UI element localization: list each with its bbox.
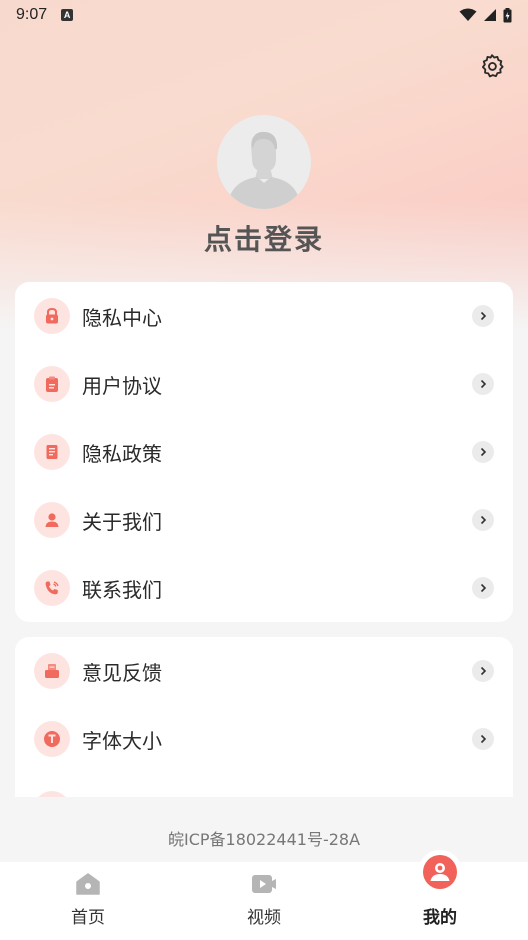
font-size-icon	[34, 721, 70, 757]
notification-icon: A	[61, 9, 74, 21]
tab-label: 视频	[247, 908, 281, 928]
menu-item-privacy-center[interactable]: 隐私中心	[15, 282, 513, 350]
menu-item-contact-us[interactable]: 联系我们	[15, 554, 513, 622]
settings-button[interactable]	[476, 50, 508, 82]
gear-icon	[481, 54, 504, 78]
tab-label: 我的	[423, 908, 457, 928]
menu-card-secondary: 意见反馈 字体大小	[15, 637, 513, 797]
icp-license: 皖ICP备18022441号-28A	[167, 830, 361, 849]
signal-icon	[484, 9, 496, 21]
video-icon	[250, 870, 278, 898]
feedback-icon	[34, 653, 70, 689]
menu-item-feedback[interactable]: 意见反馈	[15, 637, 513, 705]
status-icons	[459, 7, 512, 23]
chevron-right-icon	[472, 509, 494, 531]
menu-item-user-agreement[interactable]: 用户协议	[15, 350, 513, 418]
chevron-right-icon	[472, 728, 494, 750]
chevron-right-icon	[472, 305, 494, 327]
avatar[interactable]	[217, 115, 311, 209]
menu-item-privacy-policy[interactable]: 隐私政策	[15, 418, 513, 486]
menu-item-about-us[interactable]: 关于我们	[15, 486, 513, 554]
clipboard-icon	[34, 366, 70, 402]
chevron-right-icon	[472, 373, 494, 395]
status-bar: 9:07 A	[0, 0, 528, 30]
person-icon	[34, 502, 70, 538]
phone-icon	[34, 570, 70, 606]
menu-item-label: 联系我们	[82, 577, 162, 602]
document-icon	[34, 434, 70, 470]
menu-item-label: 隐私政策	[82, 441, 162, 466]
chevron-right-icon	[472, 577, 494, 599]
menu-icon-partial	[34, 791, 70, 797]
menu-item-label: 隐私中心	[82, 305, 162, 330]
menu-item-label: 用户协议	[82, 373, 162, 398]
tab-label: 首页	[71, 908, 105, 928]
profile-icon	[423, 855, 457, 889]
chevron-right-icon	[472, 660, 494, 682]
status-time: 9:07	[16, 6, 48, 23]
home-icon	[75, 870, 101, 898]
tab-home[interactable]: 首页	[0, 862, 176, 940]
menu-item-font-size[interactable]: 字体大小	[15, 705, 513, 773]
login-prompt[interactable]: 点击登录	[0, 218, 528, 258]
chevron-right-icon	[472, 441, 494, 463]
wifi-icon	[459, 8, 477, 21]
default-avatar-icon	[227, 131, 301, 209]
menu-card-main: 隐私中心 用户协议 隐私政策 关于我们 联系我们	[15, 282, 513, 622]
tab-profile-active-indicator[interactable]	[418, 850, 462, 894]
lock-icon	[34, 298, 70, 334]
menu-item-label: 意见反馈	[82, 660, 162, 685]
battery-icon	[503, 7, 512, 22]
menu-item-label: 关于我们	[82, 509, 162, 534]
menu-item-label: 字体大小	[82, 728, 162, 753]
menu-item-partial[interactable]	[15, 773, 513, 797]
tab-video[interactable]: 视频	[176, 862, 352, 940]
